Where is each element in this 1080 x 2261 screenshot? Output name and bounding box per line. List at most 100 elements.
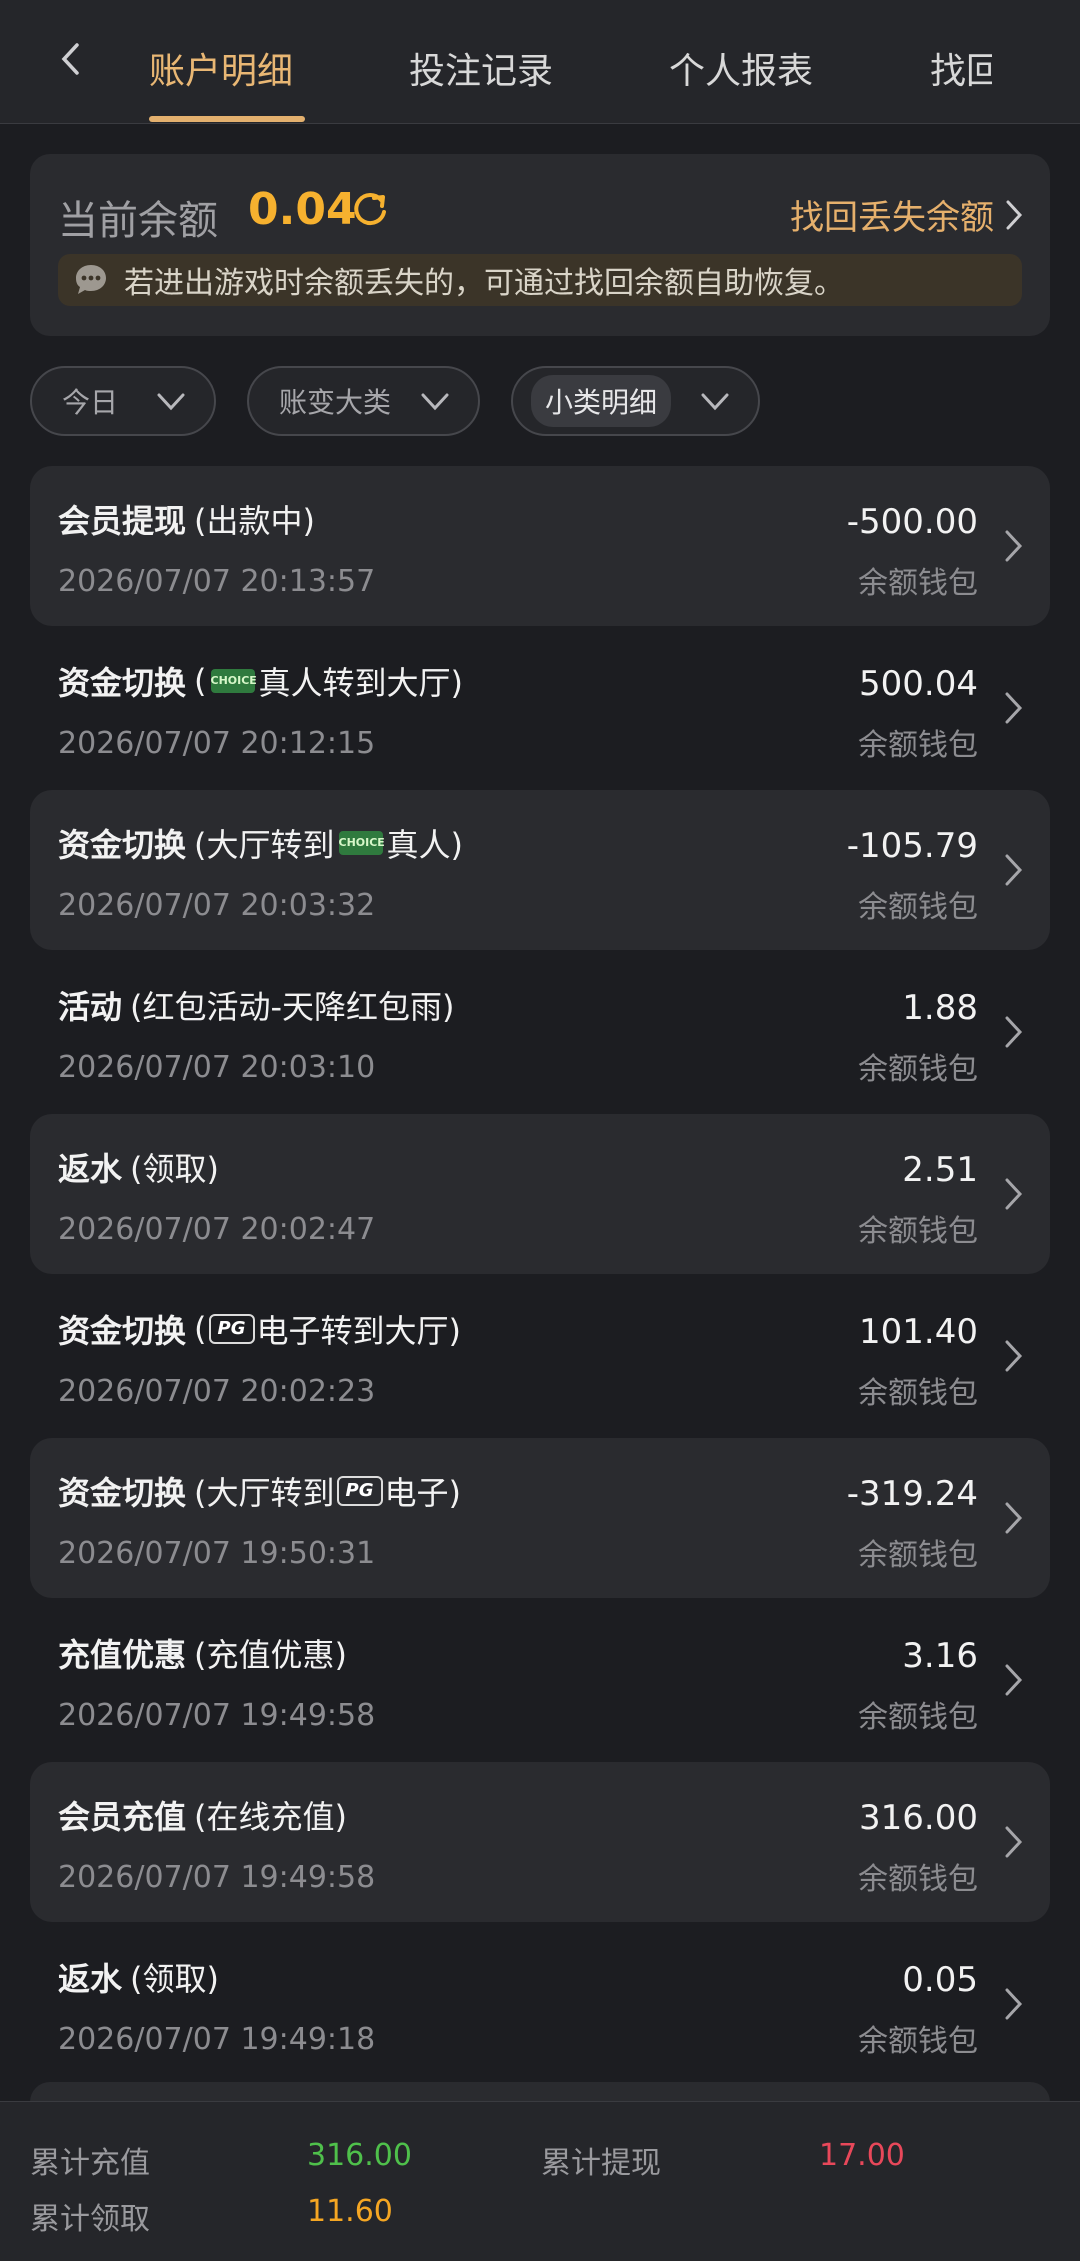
record-wallet: 余额钱包 [858,2024,978,2059]
record-detail: (领取) [130,1150,219,1188]
record-type: 会员充值 [58,1798,187,1836]
summary-bar: 累计充值 316.00 累计提现 17.00 累计领取 11.60 [0,2101,1080,2261]
record-detail-suffix: 电子) [384,1474,462,1512]
record-amount: 316.00 [859,1798,978,1838]
record-amount: -319.24 [846,1474,978,1514]
subcategory-filter-label: 小类明细 [531,375,672,427]
list-item[interactable]: 资金切换(CHOICE 真人转到大厅) 2026/07/07 20:12:15 500… [30,628,1050,788]
total-withdraw-label: 累计提现 [541,2146,661,2181]
date-filter[interactable]: 今日 [30,366,216,436]
record-type: 会员提现 [58,502,187,540]
record-wallet: 余额钱包 [858,1538,978,1573]
record-amount: -105.79 [846,826,978,866]
record-wallet: 余额钱包 [858,1214,978,1249]
record-type: 返水 [58,1960,123,1998]
record-title: 返水 (领取) [58,1144,219,1190]
total-deposit-label: 累计充值 [30,2146,150,2181]
list-item[interactable]: 活动 (红包活动-天降红包雨) 2026/07/07 20:03:10 1.88 余额钱… [30,952,1050,1112]
record-wallet: 余额钱包 [858,1376,978,1411]
record-detail-suffix: 真人) [386,826,464,864]
top-tab-bar: 账户明细 投注记录 个人报表 找回 [0,0,1080,124]
total-claim-label: 累计领取 [30,2202,150,2237]
record-time: 2026/07/07 20:13:57 [58,564,376,599]
record-wallet: 余额钱包 [858,890,978,925]
total-withdraw-value: 17.00 [819,2138,905,2173]
chevron-left-icon [61,43,79,75]
record-time: 2026/07/07 19:49:58 [58,1860,376,1895]
chevron-down-icon [701,393,729,411]
list-item[interactable]: 返水 (领取) 2026/07/07 20:02:47 2.51 余额钱包 [30,1114,1050,1274]
record-amount: 0.05 [902,1960,978,2000]
record-detail: (大厅转到 [194,826,335,864]
tab-personal-report[interactable]: 个人报表 [669,42,813,94]
record-title: 资金切换(CHOICE 真人转到大厅) [58,658,463,704]
record-wallet: 余额钱包 [858,566,978,601]
chevron-down-icon [421,393,449,411]
total-deposit-value: 316.00 [307,2138,412,2173]
record-detail-suffix: 电子转到大厅) [256,1312,462,1350]
record-amount: 2.51 [902,1150,978,1190]
list-item[interactable]: 资金切换 (大厅转到 CHOICE 真人) 2026/07/07 20:03:32 -10… [30,790,1050,950]
record-wallet: 余额钱包 [858,728,978,763]
record-title: 资金切换 (大厅转到 PG 电子) [58,1468,461,1514]
back-button[interactable] [50,34,90,84]
record-time: 2026/07/07 20:03:10 [58,1050,376,1085]
record-type: 资金切换 [58,664,187,702]
recover-balance-label: 找回丢失余额 [790,198,994,238]
record-detail: (大厅转到 [194,1474,335,1512]
record-amount: 500.04 [859,664,978,704]
tab-recover[interactable]: 找回 [930,42,992,94]
chevron-right-icon [1005,1178,1023,1210]
record-detail-suffix: 真人转到大厅) [258,664,464,702]
record-wallet: 余额钱包 [858,1052,978,1087]
balance-value: 0.04 [248,184,357,235]
record-type: 充值优惠 [58,1636,187,1674]
chevron-right-icon [1005,1664,1023,1696]
tab-bet-records[interactable]: 投注记录 [409,42,553,94]
tab-account-detail[interactable]: 账户明细 [149,42,293,94]
record-type: 活动 [58,988,123,1026]
record-title: 活动 (红包活动-天降红包雨) [58,982,455,1028]
record-amount: 1.88 [902,988,978,1028]
record-detail: (红包活动-天降红包雨) [130,988,455,1026]
record-detail: (领取) [130,1960,219,1998]
refresh-icon[interactable] [348,188,392,232]
record-type: 资金切换 [58,826,187,864]
record-title: 会员充值 (在线充值) [58,1792,347,1838]
list-item[interactable]: 资金切换 (大厅转到 PG 电子) 2026/07/07 19:50:31 -319.24… [30,1438,1050,1598]
record-time: 2026/07/07 20:02:47 [58,1212,376,1247]
record-detail: (出款中) [194,502,315,540]
subcategory-filter[interactable]: 小类明细 [511,366,760,436]
chevron-right-icon [1005,854,1023,886]
record-detail: ( [194,1310,207,1348]
date-filter-label: 今日 [62,386,119,419]
list-item[interactable]: 会员充值 (在线充值) 2026/07/07 19:49:58 316.00 余额钱包 [30,1762,1050,1922]
category-filter-label: 账变大类 [279,386,392,419]
active-tab-indicator [149,116,305,122]
recover-balance-link[interactable]: 找回丢失余额 [790,190,1024,239]
chat-bubble-icon [76,265,106,294]
record-type: 资金切换 [58,1474,187,1512]
chevron-right-icon [1005,530,1023,562]
list-item[interactable]: 资金切换(PG 电子转到大厅) 2026/07/07 20:02:23 101.40 余… [30,1276,1050,1436]
chevron-right-icon [1006,200,1023,229]
record-type: 返水 [58,1150,123,1188]
record-amount: 101.40 [859,1312,978,1352]
chevron-right-icon [1005,1988,1023,2020]
list-item[interactable]: 会员提现 (出款中) 2026/07/07 20:13:57 -500.00 余额钱包 [30,466,1050,626]
category-filter[interactable]: 账变大类 [247,366,480,436]
record-title: 返水 (领取) [58,1954,219,2000]
chevron-right-icon [1005,1826,1023,1858]
record-type: 资金切换 [58,1312,187,1350]
chevron-right-icon [1005,1340,1023,1372]
record-amount: -500.00 [846,502,978,542]
record-wallet: 余额钱包 [858,1862,978,1897]
total-claim-value: 11.60 [307,2194,393,2229]
record-detail: ( [194,662,207,700]
chevron-right-icon [1005,1502,1023,1534]
record-time: 2026/07/07 20:12:15 [58,726,376,761]
list-item[interactable]: 充值优惠 (充值优惠) 2026/07/07 19:49:58 3.16 余额钱包 [30,1600,1050,1760]
record-time: 2026/07/07 20:02:23 [58,1374,376,1409]
record-title: 充值优惠 (充值优惠) [58,1630,347,1676]
list-item[interactable]: 返水 (领取) 2026/07/07 19:49:18 0.05 余额钱包 [30,1924,1050,2084]
